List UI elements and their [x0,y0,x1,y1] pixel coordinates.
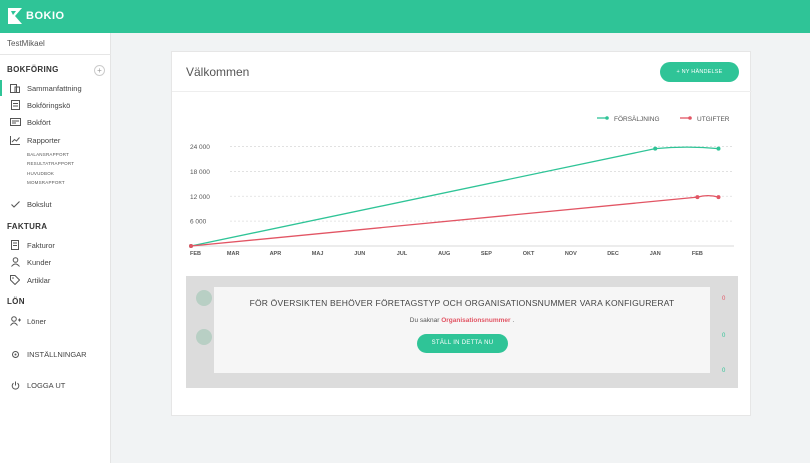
y-tick-label: 12 000 [190,194,210,201]
message-prefix: Du saknar [409,317,440,324]
data-point [695,195,700,200]
y-tick-label: 24 000 [190,144,210,151]
logo[interactable]: BOKIO [8,8,65,24]
y-tick-label: 18 000 [190,169,210,176]
legend-label: UTGIFTER [697,116,730,123]
dialog-message: Du saknar Organisationsnummer . [214,317,710,324]
x-tick-label: NOV [565,251,577,257]
person-add-icon [9,316,21,326]
x-tick-label: JAN [650,251,661,257]
dialog-title: FÖR ÖVERSIKTEN BEHÖVER FÖRETAGSTYP OCH O… [249,298,675,308]
sidebar: TestMikael BOKFÖRING + Sammanfattning Bo… [0,33,111,463]
welcome-card: Välkommen + NY HÄNDELSE 6 000 12 000 18 00… [171,51,752,416]
x-tick-label: APR [270,251,282,257]
sidebar-item-label: Bokslut [27,199,52,209]
legend-marker [688,116,692,120]
sidebar-item-kunder[interactable]: Kunder [0,254,111,270]
data-point [716,195,721,200]
ghost-value: 0 [722,333,726,339]
legend-marker [605,116,609,120]
x-tick-label: MAR [227,251,240,257]
x-tick-label: SEP [481,251,492,257]
sidebar-item-label: Fakturor [27,240,55,250]
queue-icon [9,100,21,110]
check-icon [9,199,21,209]
gear-icon [9,349,21,359]
brand-name: BOKIO [26,10,65,22]
user-icon [9,257,21,267]
x-tick-label: JUL [397,251,408,257]
invoice-icon [9,240,21,250]
message-suffix: . [512,317,515,324]
x-tick-label: FEB [692,251,703,257]
sidebar-item-bokslut[interactable]: Bokslut [0,196,111,212]
sidebar-item-rapporter[interactable]: Rapporter [0,132,111,148]
sidebar-item-label: Kunder [27,257,52,267]
config-required-dialog: FÖR ÖVERSIKTEN BEHÖVER FÖRETAGSTYP OCH O… [214,287,710,373]
report-balansrapport[interactable]: BALANSRAPPORT [27,152,69,157]
sidebar-item-label: INSTÄLLNINGAR [27,349,87,359]
y-tick-label: 6 000 [190,219,207,226]
ledger-icon [9,117,21,127]
sidebar-item-label: LOGGA UT [27,380,66,390]
sidebar-item-logga-ut[interactable]: LOGGA UT [0,377,111,393]
x-tick-label: AUG [438,251,450,257]
x-tick-label: OKT [523,251,535,257]
sidebar-item-label: Bokföringskö [27,100,71,110]
ghost-tag-icon [196,329,212,345]
divider [0,54,111,55]
data-point [653,146,658,151]
power-icon [9,380,21,390]
ghost-value: 0 [722,368,726,374]
bokio-logo-icon [8,8,22,24]
report-momsrapport[interactable]: MOMSRAPPORT [27,180,65,185]
ghost-receipt-icon [196,290,212,306]
tag-icon [9,275,21,285]
configure-now-button[interactable]: STÄLL IN DETTA NU [417,334,508,353]
sidebar-item-label: Rapporter [27,135,61,145]
sidebar-item-label: Bokfört [27,117,51,127]
sidebar-item-bokforingsko[interactable]: Bokföringskö [0,97,111,113]
add-bokforing-button[interactable]: + [94,65,105,76]
sidebar-item-fakturor[interactable]: Fakturor [0,237,111,253]
section-faktura: FAKTURA [7,222,48,231]
top-bar: BOKIO [0,0,810,33]
x-tick-label: FEB [190,251,201,257]
x-tick-label: MAJ [312,251,324,257]
sidebar-item-installningar[interactable]: INSTÄLLNINGAR [0,346,111,362]
x-tick-label: JUN [354,251,365,257]
sidebar-item-label: Artiklar [27,275,51,285]
ghost-value: 0 [722,296,726,302]
data-point [716,146,721,151]
sidebar-item-label: Sammanfattning [27,83,82,93]
user-name[interactable]: TestMikael [7,39,45,48]
report-huvudbok[interactable]: HUVUDBOK [27,171,54,176]
x-tick-label: DEC [607,251,619,257]
data-point [189,244,193,248]
report-resultatrapport[interactable]: RESULTATRAPPORT [27,161,74,166]
sidebar-item-bokfort[interactable]: Bokfört [0,114,111,130]
summary-icon [9,83,21,93]
sidebar-item-artiklar[interactable]: Artiklar [0,272,111,288]
chart-icon [9,135,21,145]
legend-label: FÖRSÄLJNING [614,115,660,123]
sidebar-item-loner[interactable]: Löner [0,313,111,329]
sidebar-item-label: Löner [27,316,47,326]
section-bokforing: BOKFÖRING [7,65,59,74]
sidebar-item-sammanfattning[interactable]: Sammanfattning [0,80,111,96]
section-lon: LÖN [7,297,25,306]
missing-field-link[interactable]: Organisationsnummer [441,317,510,324]
